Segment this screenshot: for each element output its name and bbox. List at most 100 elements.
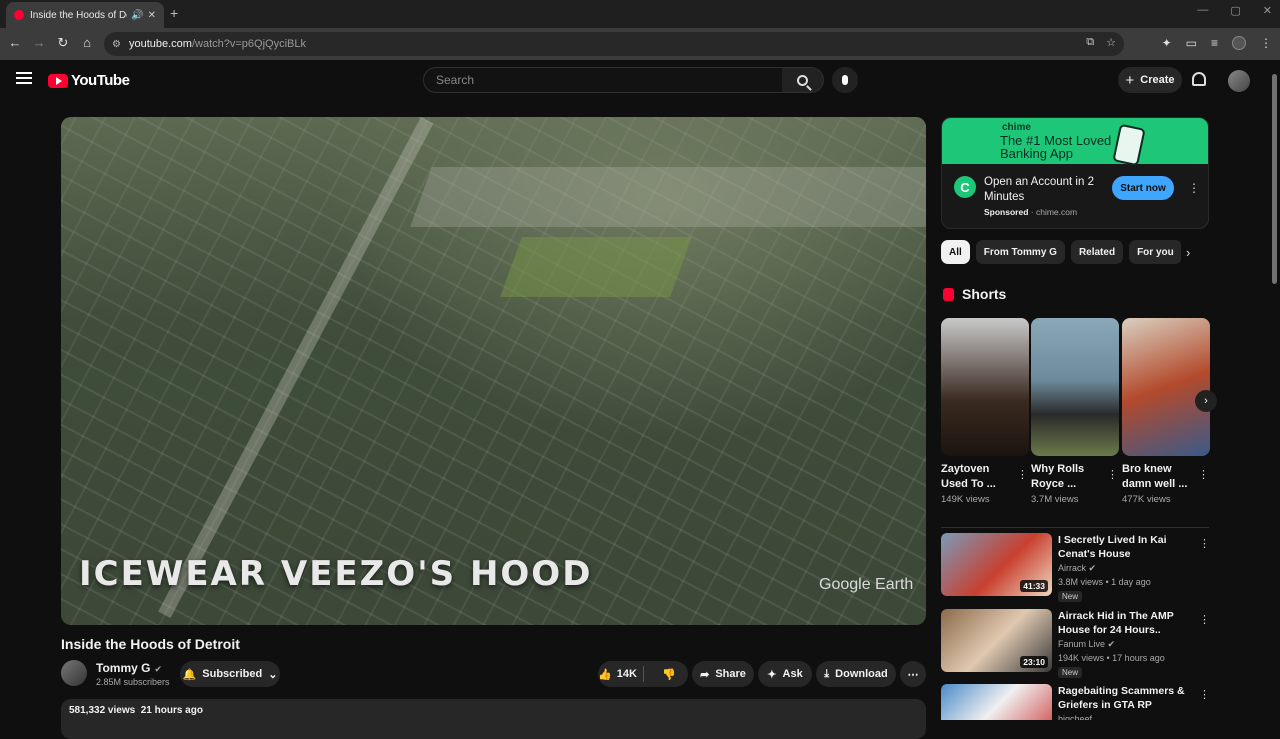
address-bar[interactable]: ⚙ youtube.com /watch?v=p6QjQyciBLk ⧉ ☆	[104, 32, 1124, 56]
short-thumbnail[interactable]	[1031, 318, 1119, 456]
url-path: /watch?v=p6QjQyciBLk	[191, 38, 306, 50]
ask-button[interactable]: ✦ Ask	[758, 661, 812, 687]
speaker-icon[interactable]: 🔊	[131, 10, 143, 21]
video-channel[interactable]: Fanum Live ✔	[1058, 639, 1115, 650]
page-scrollbar[interactable]	[1270, 68, 1278, 720]
reload-icon[interactable]: ↻	[54, 35, 72, 51]
views-and-date: 581,332 views 21 hours ago	[69, 705, 203, 716]
short-views: 149K views	[941, 494, 990, 505]
site-info-icon[interactable]: ⚙	[112, 39, 121, 50]
video-channel[interactable]: Airrack ✔	[1058, 563, 1096, 574]
like-button[interactable]: 👍 14K	[598, 661, 637, 687]
subscribed-button[interactable]: 🔔 Subscribed ⌄	[180, 661, 280, 687]
channel-avatar[interactable]	[61, 660, 87, 686]
video-title[interactable]: Ragebaiting Scammers & Griefers in GTA R…	[1058, 684, 1194, 712]
recommended-video[interactable]: Ragebaiting Scammers & Griefers in GTA R…	[941, 684, 1211, 720]
maximize-icon[interactable]: ▢	[1230, 4, 1240, 17]
voice-search-button[interactable]	[832, 67, 858, 93]
start-now-button[interactable]: Start now	[1112, 176, 1174, 200]
forward-icon[interactable]: →	[30, 35, 48, 50]
window-close-icon[interactable]: ✕	[1263, 4, 1272, 17]
close-tab-icon[interactable]: ✕	[148, 10, 156, 21]
browser-tabstrip: Inside the Hoods of Detroit 🔊 ✕ + — ▢ ✕	[0, 0, 1280, 28]
ad-sponsor-line: Sponsored · chime.com	[984, 207, 1078, 217]
short-card[interactable]: Bro knew damn well ... 477K views ⋮	[1122, 318, 1210, 505]
description-box[interactable]: 581,332 views 21 hours ago	[61, 699, 926, 739]
section-divider	[941, 527, 1209, 528]
video-meta: 194K views • 17 hours ago	[1058, 653, 1165, 663]
ad-title[interactable]: Open an Account in 2 Minutes	[984, 175, 1104, 205]
like-count: 14K	[616, 668, 637, 680]
more-actions-button[interactable]: ⋯	[900, 661, 926, 687]
scrollbar-thumb[interactable]	[1272, 74, 1277, 284]
share-arrow-icon: ➦	[700, 668, 710, 681]
new-tab-button[interactable]: +	[170, 5, 178, 21]
video-menu-icon[interactable]: ⋮	[1199, 537, 1210, 550]
map-field	[500, 237, 692, 297]
short-menu-icon[interactable]: ⋮	[1198, 468, 1209, 481]
like-divider	[642, 666, 644, 682]
short-menu-icon[interactable]: ⋮	[1017, 468, 1028, 481]
media-controls-icon[interactable]: ≡	[1211, 36, 1218, 50]
back-icon[interactable]: ←	[6, 35, 24, 50]
share-button[interactable]: ➦ Share	[692, 661, 754, 687]
chips-next-chevron-icon[interactable]: ›	[1186, 245, 1190, 260]
chip-related[interactable]: Related	[1070, 240, 1124, 264]
channel-text: Airrack	[1058, 563, 1087, 573]
logo-text: YouTube	[71, 72, 130, 89]
chip-all[interactable]: All	[941, 240, 970, 264]
video-channel[interactable]: bigcheef	[1058, 714, 1092, 720]
video-thumbnail[interactable]: 41:33	[941, 533, 1052, 596]
install-app-icon[interactable]: ⧉	[1086, 36, 1094, 49]
minimize-icon[interactable]: —	[1197, 4, 1208, 17]
browser-profile-icon[interactable]	[1232, 36, 1246, 50]
notifications-bell-icon[interactable]	[1192, 72, 1206, 86]
short-thumbnail[interactable]	[1122, 318, 1210, 456]
recommended-video[interactable]: 23:10 Airrack Hid in The AMP House for 2…	[941, 609, 1211, 679]
channel-name[interactable]: Tommy G ✔	[96, 661, 162, 675]
account-avatar[interactable]	[1228, 70, 1250, 92]
ad-banner[interactable]: chime The #1 Most Loved Banking App	[942, 118, 1208, 167]
download-label: Download	[835, 668, 888, 680]
ad-menu-icon[interactable]: ⋮	[1188, 182, 1200, 194]
video-player[interactable]: ICEWEAR VEEZO'S HOOD Google Earth	[61, 117, 926, 625]
recommended-video[interactable]: 41:33 I Secretly Lived In Kai Cenat's Ho…	[941, 533, 1211, 603]
share-label: Share	[715, 668, 746, 680]
video-thumbnail[interactable]	[941, 684, 1052, 720]
browser-tab[interactable]: Inside the Hoods of Detroit 🔊 ✕	[6, 2, 164, 28]
hamburger-menu-icon[interactable]	[16, 72, 32, 84]
youtube-logo[interactable]: YouTube	[48, 72, 130, 89]
browser-menu-icon[interactable]: ⋮	[1260, 36, 1272, 50]
extensions-icon[interactable]: ✦	[1162, 36, 1172, 50]
sparkle-icon: ✦	[767, 668, 777, 681]
short-views: 3.7M views	[1031, 494, 1079, 505]
short-menu-icon[interactable]: ⋮	[1107, 468, 1118, 481]
chip-for-you[interactable]: For you	[1129, 240, 1181, 264]
create-button[interactable]: + Create	[1118, 67, 1182, 93]
short-card[interactable]: Zaytoven Used To ... 149K views ⋮	[941, 318, 1029, 505]
video-title[interactable]: I Secretly Lived In Kai Cenat's House	[1058, 533, 1194, 561]
download-button[interactable]: ⤓ Download	[816, 661, 896, 687]
sponsored-ad-card[interactable]: chime The #1 Most Loved Banking App C Op…	[941, 117, 1209, 229]
more-horizontal-icon: ⋯	[907, 668, 919, 681]
shorts-next-chevron-icon[interactable]: ›	[1195, 390, 1217, 412]
video-menu-icon[interactable]: ⋮	[1199, 688, 1210, 701]
map-road	[158, 117, 434, 619]
video-title[interactable]: Airrack Hid in The AMP House for 24 Hour…	[1058, 609, 1194, 637]
short-card[interactable]: Why Rolls Royce ... 3.7M views ⋮	[1031, 318, 1119, 505]
short-thumbnail[interactable]	[941, 318, 1029, 456]
bookmark-star-icon[interactable]: ☆	[1106, 36, 1116, 49]
video-title: Inside the Hoods of Detroit	[61, 636, 240, 652]
thumbs-up-icon: 👍	[598, 668, 612, 681]
tab-title: Inside the Hoods of Detroit	[30, 9, 127, 21]
phone-illustration-icon	[1112, 123, 1146, 167]
home-icon[interactable]: ⌂	[78, 35, 96, 50]
video-thumbnail[interactable]: 23:10	[941, 609, 1052, 672]
search-button[interactable]	[782, 67, 824, 93]
subscriber-count: 2.85M subscribers	[96, 677, 170, 687]
dislike-button[interactable]: 👎	[650, 661, 688, 687]
search-input[interactable]	[423, 67, 783, 93]
video-menu-icon[interactable]: ⋮	[1199, 613, 1210, 626]
cast-icon[interactable]: ▭	[1186, 36, 1197, 50]
chip-from-tommy-g[interactable]: From Tommy G	[975, 240, 1065, 264]
